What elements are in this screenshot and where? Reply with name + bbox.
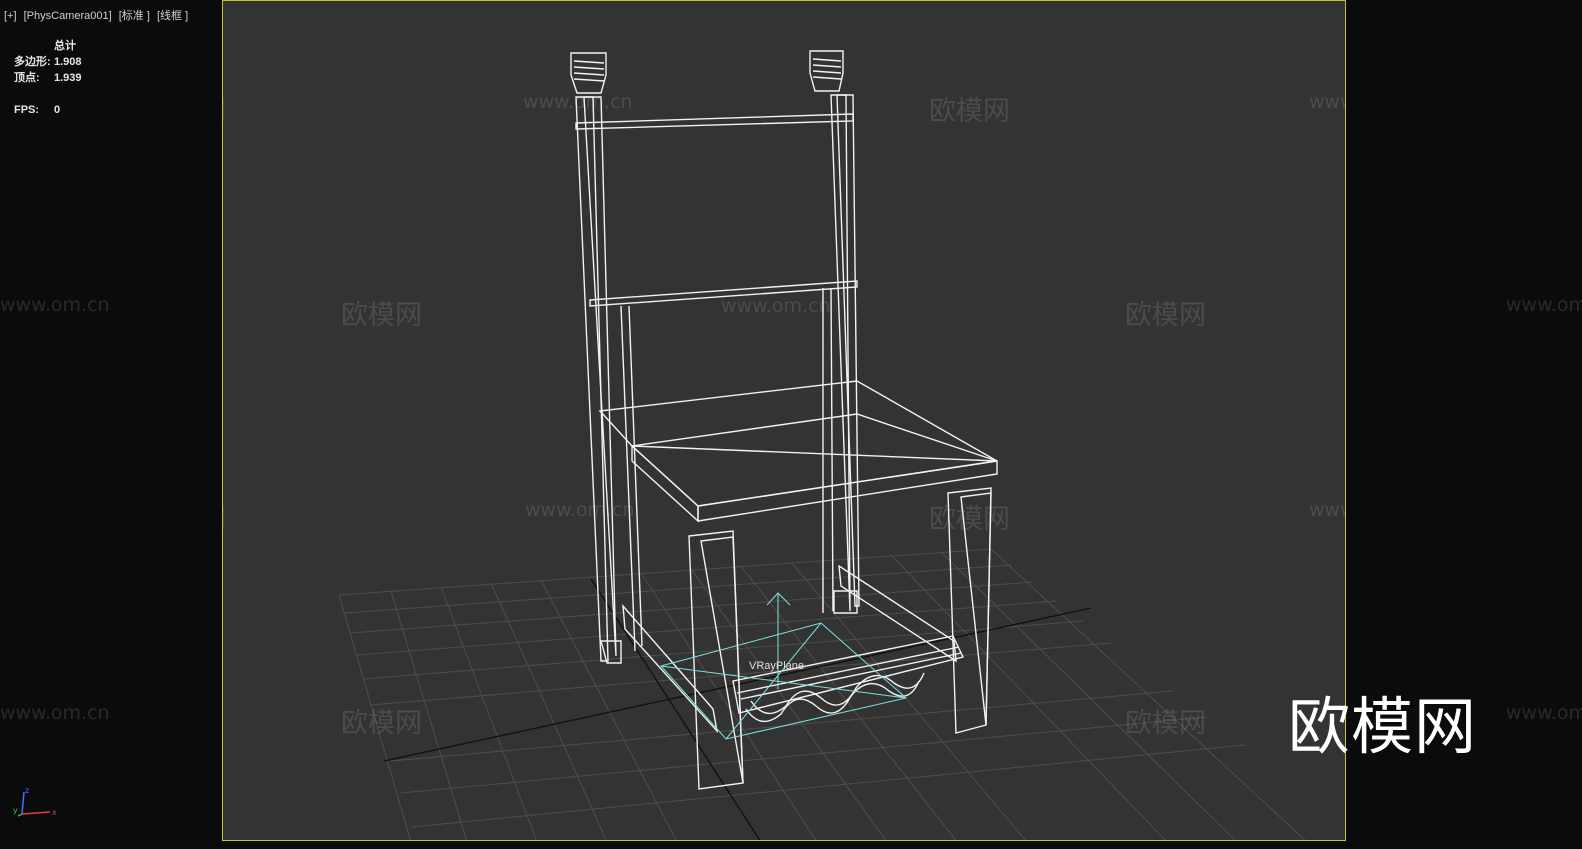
watermark-brand: 欧模网 — [341, 300, 422, 331]
vray-plane-label: VRayPlane — [749, 660, 805, 672]
camera-selector[interactable]: [PhysCamera001] — [24, 10, 112, 22]
watermark-url: www.om.cn — [523, 91, 633, 113]
viewport-label: [+] [PhysCamera001] [标准 ] [线框 ] — [4, 7, 192, 23]
chair-wireframe — [570, 50, 998, 790]
axis-z-label: z — [25, 786, 29, 795]
stats-title: 总计 — [54, 40, 76, 52]
camera-viewport[interactable]: 欧模网 www.om.cn 欧模网 www.om.cn 欧模网 www.om.c… — [222, 0, 1346, 841]
stats-fps: FPS: 0 — [14, 102, 82, 118]
vertices-value: 1.939 — [54, 72, 82, 84]
shading-selector[interactable]: [标准 ] — [119, 10, 150, 22]
fps-value: 0 — [54, 104, 61, 116]
watermark-brand: 欧模网 — [1125, 300, 1206, 331]
viewport-menu-button[interactable]: [+] — [4, 10, 17, 22]
stats-polygons: 多边形: 1.908 — [14, 54, 82, 70]
watermark-url: www.om.cn — [0, 294, 110, 316]
fps-label: FPS: — [14, 104, 40, 116]
polygons-value: 1.908 — [54, 56, 82, 68]
axis-y-label: y — [13, 806, 18, 815]
watermark-brand: 欧模网 — [341, 708, 422, 739]
watermark-url: www.om.cn — [1309, 91, 1345, 113]
watermark-url: www.om.cn — [1309, 499, 1345, 521]
watermark-brand: 欧模网 — [929, 96, 1010, 127]
stats-vertices: 顶点: 1.939 — [14, 70, 82, 86]
watermark-brand: 欧模网 — [223, 497, 226, 536]
watermark-url: www.om.cn — [1506, 294, 1582, 316]
watermark-brand: 欧模网 — [929, 504, 1010, 535]
watermark-url: www.om.cn — [1506, 702, 1582, 724]
watermark-url: www.om.cn — [0, 702, 110, 724]
watermark-url: www.om.cn — [721, 295, 831, 317]
axis-x-label: x — [52, 808, 57, 817]
watermark-brand: 欧模网 — [1125, 708, 1206, 739]
display-mode-selector[interactable]: [线框 ] — [157, 10, 188, 22]
watermark-brand: 欧模网 — [223, 89, 226, 128]
vertices-label: 顶点: — [14, 72, 40, 84]
watermark-url: www.om.cn — [525, 499, 635, 521]
statistics-panel: 总计 多边形: 1.908 顶点: 1.939 FPS: 0 — [14, 38, 82, 118]
brand-logo-text: 欧模网 — [1288, 690, 1478, 763]
axis-tripod-icon: x z y — [13, 786, 57, 817]
polygons-label: 多边形: — [14, 56, 51, 68]
